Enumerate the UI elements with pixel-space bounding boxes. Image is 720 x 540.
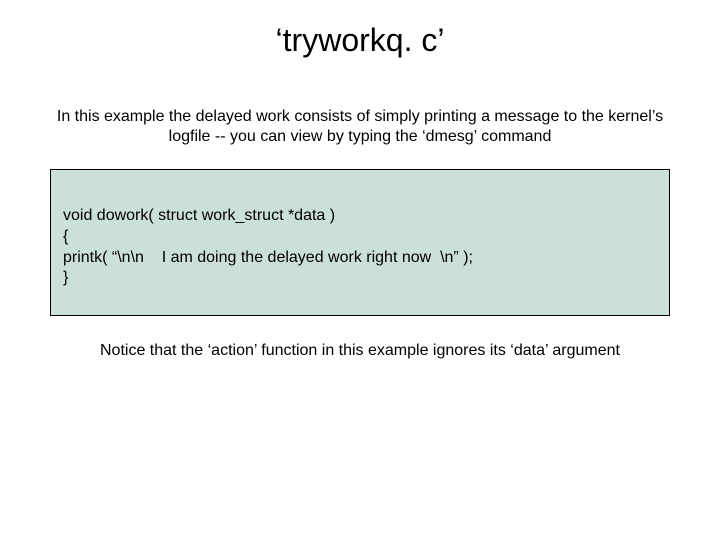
- code-line: void dowork( struct work_struct *data ): [63, 206, 657, 227]
- slide-title: ‘tryworkq. c’: [0, 0, 720, 69]
- code-box: void dowork( struct work_struct *data ) …: [50, 169, 670, 316]
- intro-text: In this example the delayed work consist…: [50, 107, 670, 147]
- footer-note: Notice that the ‘action’ function in thi…: [40, 342, 680, 360]
- code-line: printk( “\n\n I am doing the delayed wor…: [63, 248, 657, 269]
- code-line: {: [63, 227, 657, 248]
- code-line: }: [63, 268, 657, 289]
- slide: ‘tryworkq. c’ In this example the delaye…: [0, 0, 720, 540]
